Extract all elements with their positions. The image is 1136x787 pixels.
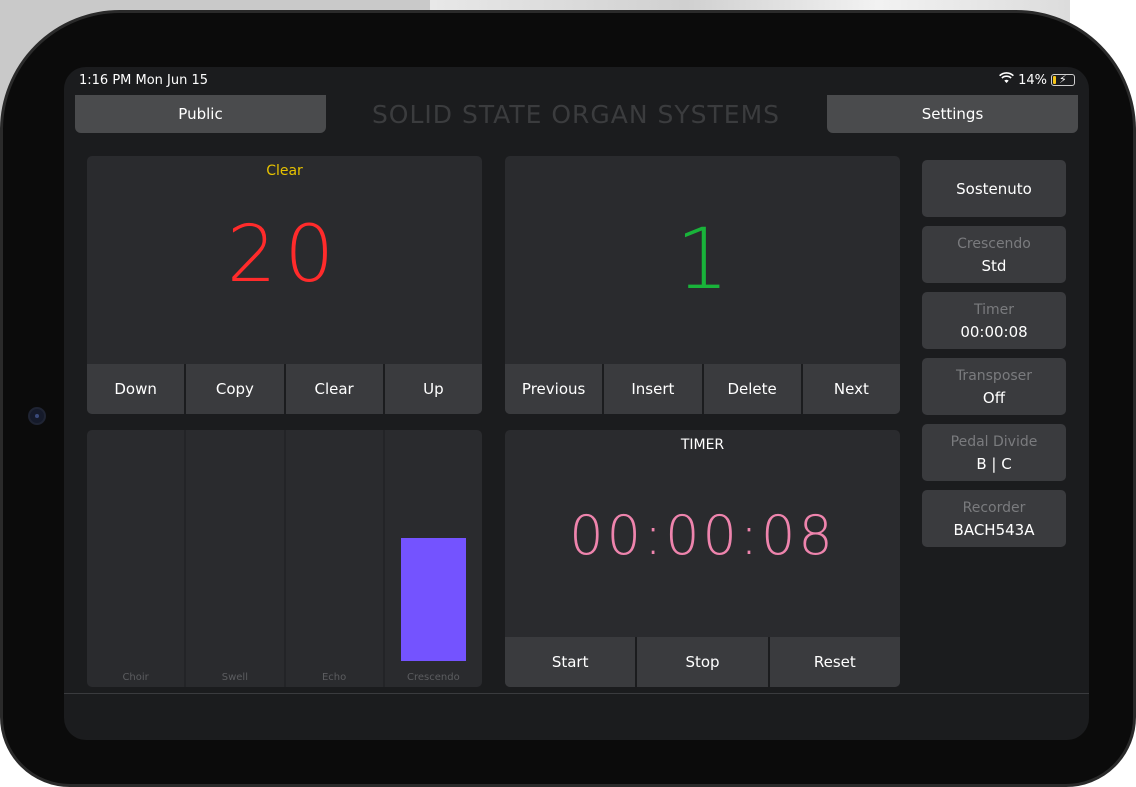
timer-label: Timer: [973, 301, 1015, 318]
timer-display: 00:00:08: [569, 504, 836, 567]
crescendo-button[interactable]: Crescendo Std: [922, 226, 1066, 283]
transposer-label: Transposer: [955, 367, 1033, 384]
memory-panel: Clear 20 Down Copy Clear Up: [87, 156, 482, 414]
sostenuto-label: Sostenuto: [956, 179, 1032, 198]
sequence-button-row: Previous Insert Delete Next: [505, 364, 900, 414]
expression-column-echo: Echo: [286, 430, 385, 687]
expression-label-echo: Echo: [321, 672, 347, 683]
timer-value: 00:00:08: [960, 322, 1028, 341]
timer-panel: TIMER 00:00:08 Start Stop Reset: [505, 430, 900, 687]
expression-bar-crescendo: [400, 538, 466, 661]
timer-caption: TIMER: [680, 437, 725, 453]
expression-label-crescendo: Crescendo: [407, 672, 460, 683]
bottom-divider: [64, 693, 1089, 694]
memory-up-button[interactable]: Up: [384, 364, 482, 414]
transposer-button[interactable]: Transposer Off: [922, 358, 1066, 415]
status-time: 1:16 PM Mon Jun 15: [79, 73, 209, 88]
pedal-divide-label: Pedal Divide: [950, 433, 1038, 450]
app-title: SOLID STATE ORGAN SYSTEMS: [371, 99, 781, 129]
expression-label-choir: Choir: [122, 672, 149, 683]
insert-button[interactable]: Insert: [604, 364, 704, 414]
memory-copy-button[interactable]: Copy: [186, 364, 286, 414]
status-bar: 1:16 PM Mon Jun 15 14% ⚡: [64, 67, 1089, 95]
previous-button[interactable]: Previous: [505, 364, 605, 414]
next-button[interactable]: Next: [802, 364, 900, 414]
sostenuto-button[interactable]: Sostenuto: [922, 160, 1066, 217]
expression-panel: Choir Swell Echo Crescendo: [87, 430, 482, 687]
expression-label-swell: Swell: [221, 672, 248, 683]
crescendo-label: Crescendo: [957, 235, 1031, 252]
public-button[interactable]: Public: [75, 95, 326, 133]
recorder-value: BACH543A: [953, 520, 1035, 539]
crescendo-value: Std: [981, 256, 1007, 275]
expression-column-swell: Swell: [186, 430, 286, 687]
recorder-button[interactable]: Recorder BACH543A: [922, 490, 1066, 547]
camera-icon: [28, 407, 46, 425]
memory-level-display: 20: [226, 210, 343, 300]
timer-start-button[interactable]: Start: [505, 637, 638, 687]
expression-column-choir: Choir: [87, 430, 187, 687]
delete-button[interactable]: Delete: [703, 364, 803, 414]
memory-down-button[interactable]: Down: [87, 364, 187, 414]
timer-reset-button[interactable]: Reset: [769, 637, 900, 687]
expression-bars: Choir Swell Echo Crescendo: [87, 430, 482, 687]
transposer-value: Off: [982, 388, 1006, 407]
app-screen: 1:16 PM Mon Jun 15 14% ⚡ Public SOLID ST…: [64, 67, 1089, 740]
battery-level: [1053, 76, 1056, 84]
status-indicators: 14% ⚡: [999, 72, 1075, 88]
memory-button-row: Down Copy Clear Up: [87, 364, 482, 414]
timer-stop-button[interactable]: Stop: [637, 637, 770, 687]
pedal-divide-button[interactable]: Pedal Divide B | C: [922, 424, 1066, 481]
battery-percent: 14%: [1018, 72, 1047, 88]
wifi-icon: [999, 72, 1015, 88]
pedal-divide-value: B | C: [976, 454, 1012, 473]
recorder-label: Recorder: [962, 499, 1026, 516]
timer-button[interactable]: Timer 00:00:08: [922, 292, 1066, 349]
memory-status-label: Clear: [266, 163, 303, 179]
sequence-number-display: 1: [675, 210, 730, 308]
memory-clear-button[interactable]: Clear: [285, 364, 385, 414]
battery-icon: ⚡: [1051, 73, 1075, 86]
sequence-panel: 1 Previous Insert Delete Next: [505, 156, 900, 414]
settings-button[interactable]: Settings: [827, 95, 1078, 133]
expression-column-crescendo: Crescendo: [385, 430, 482, 687]
charging-icon: ⚡: [1059, 73, 1067, 86]
timer-button-row: Start Stop Reset: [505, 637, 900, 687]
